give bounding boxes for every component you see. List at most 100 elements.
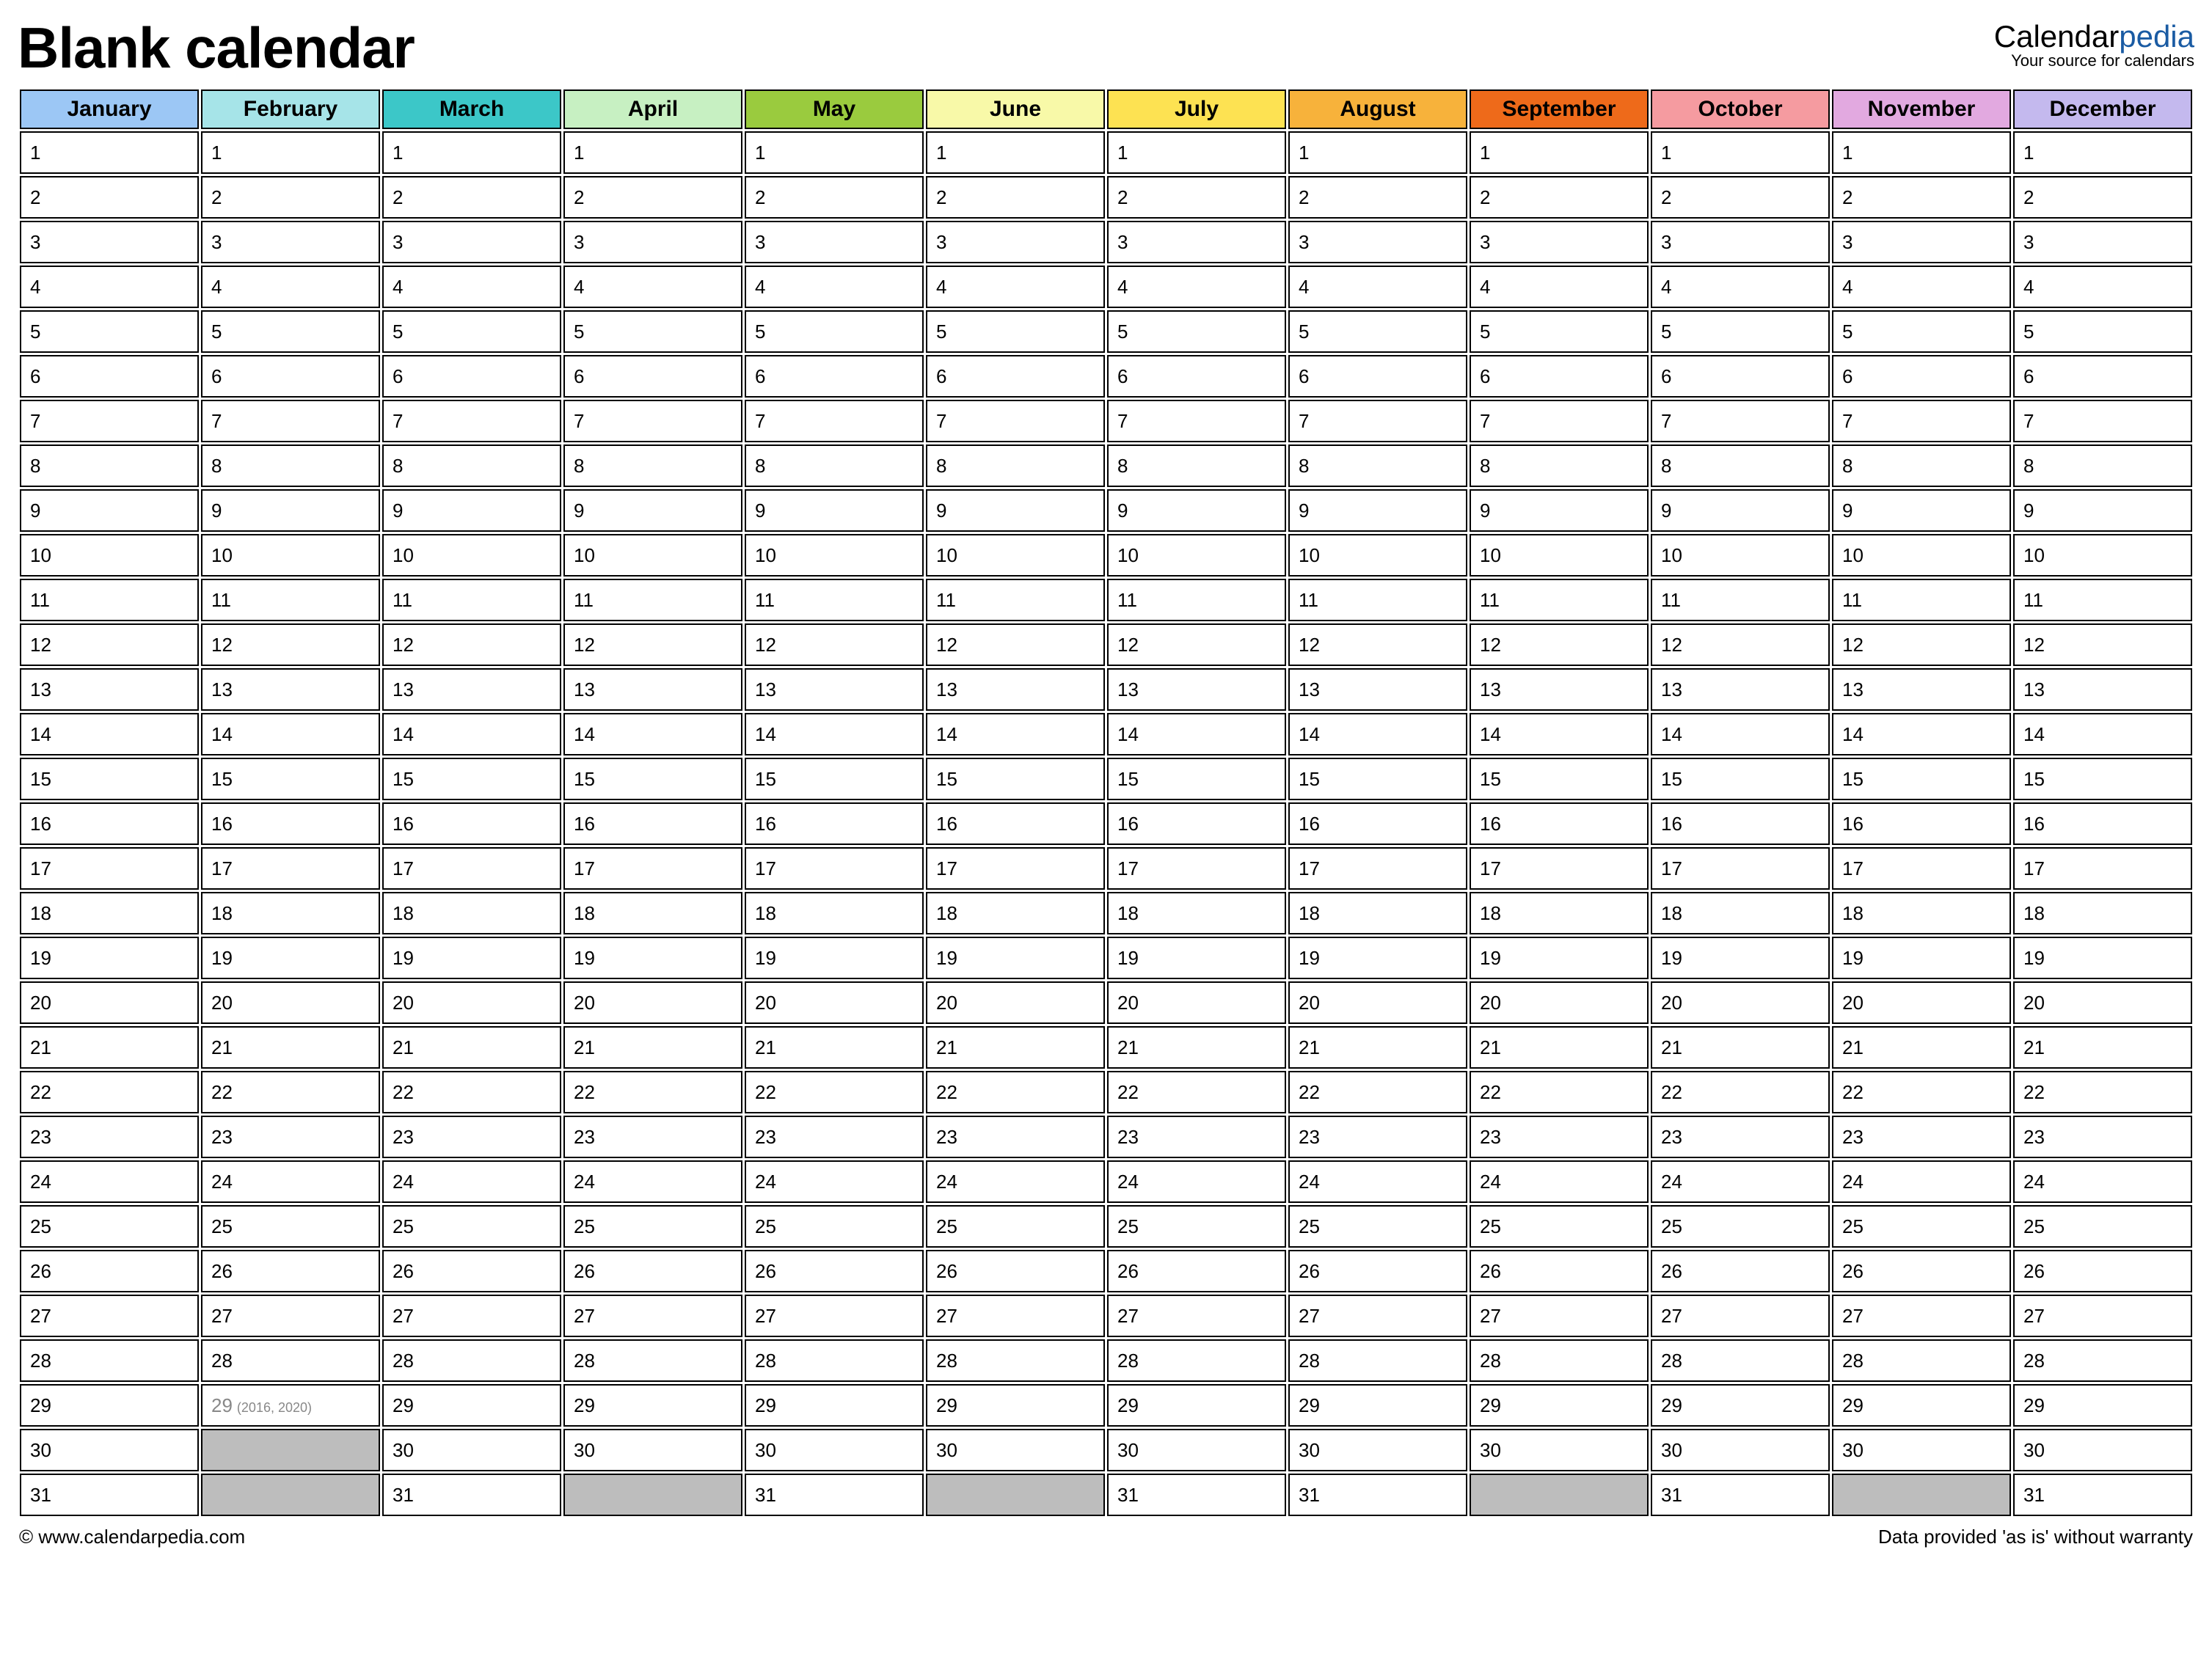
day-cell: 18 [745,892,924,934]
blank-cell [201,1429,380,1471]
day-cell: 4 [745,266,924,308]
day-cell: 2 [201,176,380,219]
day-cell: 9 [20,489,199,532]
day-cell: 11 [382,579,561,621]
month-header-january: January [20,89,199,129]
day-cell: 28 [1832,1339,2011,1382]
day-cell: 29 [382,1384,561,1427]
day-cell: 20 [1470,981,1649,1024]
day-cell: 22 [382,1071,561,1113]
blank-cell [926,1474,1105,1516]
day-cell: 17 [20,847,199,890]
day-row: 999999999999 [20,489,2192,532]
header: Blank calendar Calendarpedia Your source… [18,15,2194,81]
day-cell: 31 [1288,1474,1467,1516]
day-cell: 6 [201,355,380,398]
day-cell: 25 [563,1205,742,1248]
blank-cell [1470,1474,1649,1516]
day-cell: 15 [382,758,561,800]
day-cell: 22 [926,1071,1105,1113]
day-cell: 22 [563,1071,742,1113]
day-cell: 2 [1470,176,1649,219]
day-cell: 21 [563,1026,742,1069]
day-row: 31313131313131 [20,1474,2192,1516]
day-cell: 10 [20,534,199,577]
day-cell: 5 [926,310,1105,353]
day-cell: 3 [201,221,380,263]
brand-part2: pedia [2119,19,2194,54]
month-header-october: October [1651,89,1830,129]
day-cell: 9 [563,489,742,532]
day-cell: 5 [2013,310,2192,353]
day-cell: 15 [20,758,199,800]
day-cell: 30 [926,1429,1105,1471]
day-row: 131313131313131313131313 [20,668,2192,711]
day-cell: 19 [1470,937,1649,979]
day-cell: 28 [2013,1339,2192,1382]
day-cell: 9 [926,489,1105,532]
month-header-august: August [1288,89,1467,129]
day-cell: 13 [2013,668,2192,711]
day-cell: 24 [1832,1160,2011,1203]
day-row: 222222222222222222222222 [20,1071,2192,1113]
day-cell: 11 [201,579,380,621]
day-cell: 4 [1107,266,1286,308]
day-cell: 2 [563,176,742,219]
day-cell: 27 [1832,1295,2011,1337]
day-cell: 3 [1832,221,2011,263]
day-cell: 23 [20,1116,199,1158]
day-cell: 2 [1651,176,1830,219]
day-cell: 10 [1107,534,1286,577]
day-cell: 30 [1832,1429,2011,1471]
day-row: 181818181818181818181818 [20,892,2192,934]
day-cell: 8 [745,444,924,487]
day-cell: 4 [1288,266,1467,308]
day-cell: 25 [382,1205,561,1248]
day-cell: 18 [2013,892,2192,934]
day-cell: 8 [1107,444,1286,487]
day-cell: 2 [926,176,1105,219]
day-row: 888888888888 [20,444,2192,487]
day-cell: 2 [1107,176,1286,219]
day-cell: 30 [1470,1429,1649,1471]
day-cell: 20 [382,981,561,1024]
day-cell: 13 [1832,668,2011,711]
brand-part1: Calendar [1994,19,2119,54]
day-row: 333333333333 [20,221,2192,263]
day-cell: 1 [1107,131,1286,174]
day-cell: 9 [745,489,924,532]
day-cell: 20 [2013,981,2192,1024]
day-cell: 19 [1107,937,1286,979]
day-cell: 10 [1651,534,1830,577]
day-cell: 24 [1107,1160,1286,1203]
day-cell: 8 [563,444,742,487]
day-cell: 14 [926,713,1105,755]
day-row: 171717171717171717171717 [20,847,2192,890]
day-cell: 17 [563,847,742,890]
day-cell: 15 [926,758,1105,800]
day-cell: 14 [20,713,199,755]
day-cell: 1 [201,131,380,174]
day-cell: 8 [20,444,199,487]
day-cell: 27 [20,1295,199,1337]
day-cell: 22 [2013,1071,2192,1113]
day-cell: 6 [2013,355,2192,398]
day-cell: 2 [1832,176,2011,219]
month-header-march: March [382,89,561,129]
day-cell: 11 [1107,579,1286,621]
day-cell: 17 [382,847,561,890]
day-cell: 15 [745,758,924,800]
day-cell: 24 [382,1160,561,1203]
day-cell: 30 [1107,1429,1286,1471]
day-cell: 20 [745,981,924,1024]
day-cell: 22 [1832,1071,2011,1113]
day-cell: 7 [1470,400,1649,442]
day-cell: 11 [20,579,199,621]
day-cell: 23 [1651,1116,1830,1158]
day-cell: 15 [1470,758,1649,800]
day-cell: 12 [382,623,561,666]
day-cell: 22 [1651,1071,1830,1113]
day-cell: 29 [1107,1384,1286,1427]
day-cell: 19 [2013,937,2192,979]
day-cell: 16 [563,802,742,845]
